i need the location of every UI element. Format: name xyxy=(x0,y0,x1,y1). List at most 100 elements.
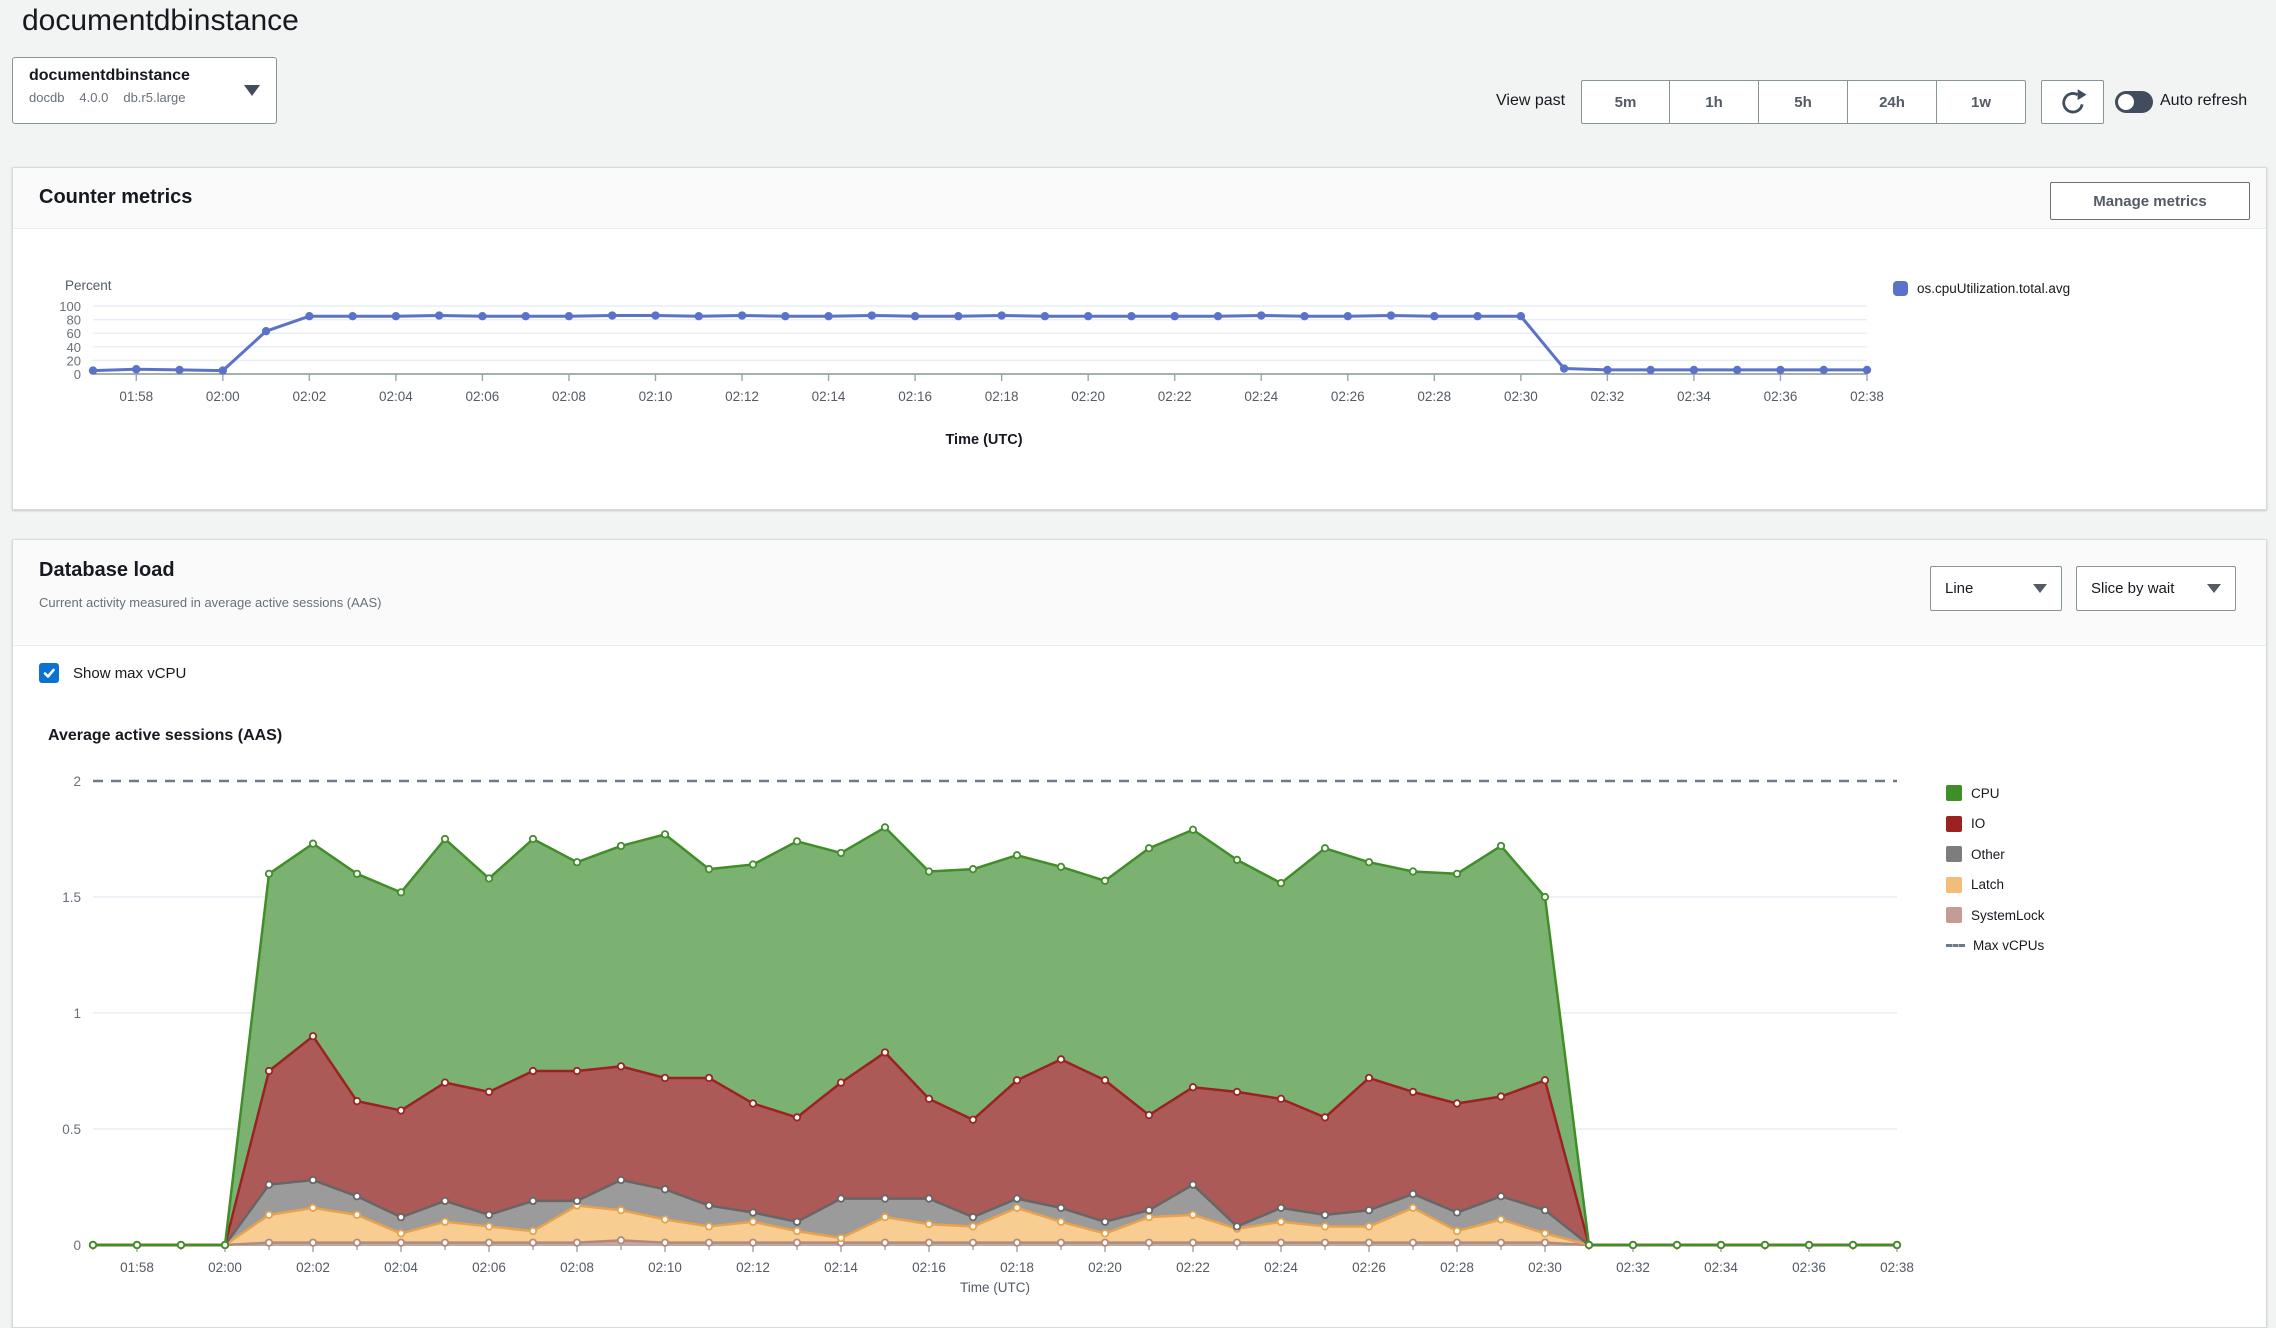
counter-metrics-header: Counter metrics Manage metrics xyxy=(13,168,2266,229)
manage-metrics-button[interactable]: Manage metrics xyxy=(2050,182,2250,220)
svg-text:02:14: 02:14 xyxy=(812,389,846,404)
counter-y-axis-label: Percent xyxy=(65,278,112,293)
svg-text:02:26: 02:26 xyxy=(1331,389,1365,404)
legend-item-io[interactable]: IO xyxy=(1946,809,2045,840)
chart-type-select-value: Line xyxy=(1945,580,1973,597)
instance-selector[interactable]: documentdbinstance docdb 4.0.0 db.r5.lar… xyxy=(12,57,277,124)
svg-text:60: 60 xyxy=(67,326,81,341)
legend-label: CPU xyxy=(1971,786,2000,801)
svg-text:02:02: 02:02 xyxy=(296,1260,330,1275)
svg-text:02:02: 02:02 xyxy=(292,389,326,404)
view-past-1w-button[interactable]: 1w xyxy=(1937,80,2026,124)
svg-text:0.5: 0.5 xyxy=(62,1122,81,1137)
chevron-down-icon xyxy=(2033,584,2047,593)
svg-text:02:08: 02:08 xyxy=(552,389,586,404)
view-past-24h-button[interactable]: 24h xyxy=(1848,80,1937,124)
svg-text:02:12: 02:12 xyxy=(736,1260,770,1275)
svg-text:02:36: 02:36 xyxy=(1764,389,1798,404)
instance-meta: docdb 4.0.0 db.r5.large xyxy=(29,90,236,105)
legend-item-other[interactable]: Other xyxy=(1946,839,2045,870)
database-load-header: Database load Current activity measured … xyxy=(13,540,2266,646)
legend-item-max-vcpus[interactable]: Max vCPUs xyxy=(1946,931,2045,962)
show-max-vcpu-row[interactable]: Show max vCPU xyxy=(39,663,186,683)
database-load-subtitle: Current activity measured in average act… xyxy=(39,595,381,610)
legend-label: os.cpuUtilization.total.avg xyxy=(1917,281,2070,296)
chevron-down-icon xyxy=(2207,584,2221,593)
svg-text:1.5: 1.5 xyxy=(62,890,81,905)
svg-text:02:12: 02:12 xyxy=(725,389,759,404)
counter-metrics-title: Counter metrics xyxy=(39,186,192,209)
svg-text:02:04: 02:04 xyxy=(384,1260,418,1275)
svg-text:02:30: 02:30 xyxy=(1504,389,1538,404)
legend-item-latch[interactable]: Latch xyxy=(1946,870,2045,901)
slice-by-select[interactable]: Slice by wait xyxy=(2076,566,2236,611)
svg-text:02:36: 02:36 xyxy=(1792,1260,1826,1275)
color-swatch xyxy=(1946,846,1962,862)
svg-text:02:18: 02:18 xyxy=(985,389,1019,404)
view-past-5m-button[interactable]: 5m xyxy=(1581,80,1670,124)
show-max-vcpu-label: Show max vCPU xyxy=(73,665,186,682)
color-swatch xyxy=(1893,281,1908,296)
color-swatch xyxy=(1946,907,1962,923)
svg-text:02:22: 02:22 xyxy=(1176,1260,1210,1275)
svg-text:01:58: 01:58 xyxy=(120,1260,154,1275)
svg-text:01:58: 01:58 xyxy=(119,389,153,404)
view-past-label: View past xyxy=(1496,92,1565,110)
svg-text:02:06: 02:06 xyxy=(466,389,500,404)
instance-name: documentdbinstance xyxy=(29,67,236,85)
svg-text:02:00: 02:00 xyxy=(206,389,240,404)
database-load-title: Database load xyxy=(39,559,175,582)
svg-text:02:34: 02:34 xyxy=(1704,1260,1738,1275)
aas-x-axis-label: Time (UTC) xyxy=(895,1280,1095,1295)
instance-engine: docdb xyxy=(29,90,64,105)
svg-text:02:20: 02:20 xyxy=(1088,1260,1122,1275)
svg-text:02:32: 02:32 xyxy=(1616,1260,1650,1275)
svg-text:02:38: 02:38 xyxy=(1850,389,1884,404)
svg-text:02:10: 02:10 xyxy=(639,389,673,404)
legend-label: IO xyxy=(1971,816,1985,831)
instance-class: db.r5.large xyxy=(123,90,185,105)
aas-chart-title: Average active sessions (AAS) xyxy=(48,727,282,745)
view-past-5h-button[interactable]: 5h xyxy=(1759,80,1848,124)
svg-text:02:38: 02:38 xyxy=(1880,1260,1914,1275)
svg-text:02:16: 02:16 xyxy=(898,389,932,404)
svg-text:02:22: 02:22 xyxy=(1158,389,1192,404)
svg-text:1: 1 xyxy=(73,1006,81,1021)
auto-refresh-toggle[interactable] xyxy=(2115,91,2153,113)
svg-text:0: 0 xyxy=(74,367,81,382)
aas-chart-legend: CPU IO Other Latch SystemLock Max vCPUs xyxy=(1946,778,2045,961)
chart-type-select[interactable]: Line xyxy=(1930,566,2062,611)
refresh-button[interactable] xyxy=(2041,80,2104,124)
svg-text:02:18: 02:18 xyxy=(1000,1260,1034,1275)
svg-text:02:28: 02:28 xyxy=(1417,389,1451,404)
svg-text:02:24: 02:24 xyxy=(1264,1260,1298,1275)
toggle-knob xyxy=(2118,94,2134,110)
counter-metrics-chart[interactable]: 02040608010001:5802:0002:0202:0402:0602:… xyxy=(12,292,2265,464)
auto-refresh-label: Auto refresh xyxy=(2160,92,2247,110)
svg-text:02:28: 02:28 xyxy=(1440,1260,1474,1275)
legend-item-cpu[interactable]: CPU xyxy=(1946,778,2045,809)
svg-text:20: 20 xyxy=(67,353,81,368)
legend-label: SystemLock xyxy=(1971,908,2045,923)
counter-x-axis-label: Time (UTC) xyxy=(884,432,1084,448)
svg-text:2: 2 xyxy=(73,774,81,789)
legend-item-os-cpuutilization-total-avg[interactable]: os.cpuUtilization.total.avg xyxy=(1893,281,2070,296)
svg-text:02:20: 02:20 xyxy=(1071,389,1105,404)
svg-text:02:34: 02:34 xyxy=(1677,389,1711,404)
color-swatch xyxy=(1946,877,1962,893)
aas-chart[interactable]: 00.511.5201:5802:0002:0202:0402:0602:080… xyxy=(12,762,2265,1322)
svg-text:02:30: 02:30 xyxy=(1528,1260,1562,1275)
svg-text:100: 100 xyxy=(59,299,81,314)
svg-text:02:04: 02:04 xyxy=(379,389,413,404)
legend-item-systemlock[interactable]: SystemLock xyxy=(1946,900,2045,931)
svg-text:02:24: 02:24 xyxy=(1244,389,1278,404)
legend-label: Other xyxy=(1971,847,2005,862)
performance-insights-page: documentdbinstance documentdbinstance do… xyxy=(0,0,2276,1328)
svg-text:0: 0 xyxy=(73,1238,81,1253)
counter-chart-legend: os.cpuUtilization.total.avg xyxy=(1893,281,2070,296)
show-max-vcpu-checkbox[interactable] xyxy=(39,663,59,683)
refresh-icon xyxy=(2056,85,2090,119)
view-past-1h-button[interactable]: 1h xyxy=(1670,80,1759,124)
dashed-line-swatch xyxy=(1946,944,1965,947)
svg-text:80: 80 xyxy=(67,313,81,328)
